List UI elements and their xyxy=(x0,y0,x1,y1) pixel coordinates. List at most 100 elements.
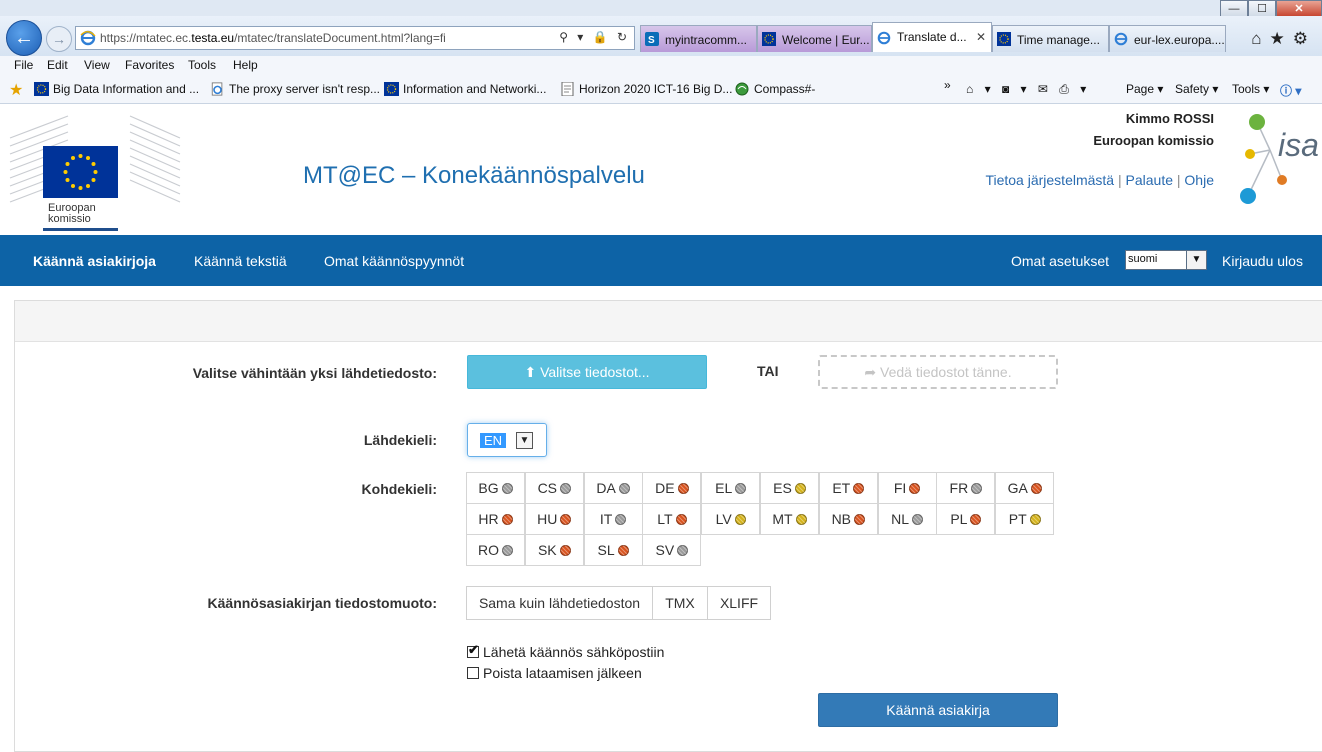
command-page[interactable]: Page ▾ xyxy=(1126,82,1163,96)
favorite-link[interactable]: Information and Networki... xyxy=(384,82,546,96)
target-lang-da[interactable]: DA xyxy=(583,472,643,504)
address-bar[interactable]: https://mtatec.ec.testa.eu/mtatec/transl… xyxy=(75,26,635,50)
delete-after-option[interactable]: ✔Poista lataamisen jälkeen xyxy=(467,665,642,681)
nav-my-settings[interactable]: Omat asetukset xyxy=(1011,253,1109,269)
lang-quality-badge-icon xyxy=(677,545,689,556)
lang-quality-badge-icon xyxy=(677,483,689,494)
eu-flag-icon xyxy=(384,82,399,96)
source-language-select[interactable]: EN ▼ xyxy=(467,423,547,457)
back-button[interactable]: ← xyxy=(6,20,42,56)
target-lang-fr[interactable]: FR xyxy=(936,472,996,504)
lang-quality-badge-icon xyxy=(853,483,865,494)
tab-close-icon[interactable]: ✕ xyxy=(976,30,986,44)
tab-myintracomm[interactable]: S myintracomm... xyxy=(640,25,757,52)
target-lang-lv[interactable]: LV xyxy=(701,503,761,535)
lang-quality-badge-icon xyxy=(1029,514,1041,525)
target-lang-cs[interactable]: CS xyxy=(524,472,584,504)
lang-quality-badge-icon xyxy=(502,545,513,556)
target-lang-it[interactable]: IT xyxy=(583,503,643,535)
lang-quality-badge-icon xyxy=(735,483,747,494)
target-lang-pt[interactable]: PT xyxy=(995,503,1055,535)
format-same-as-source[interactable]: Sama kuin lähdetiedoston xyxy=(466,586,653,620)
more-favorites-chevron-icon[interactable]: » xyxy=(944,78,951,92)
menu-file[interactable]: File xyxy=(14,58,33,72)
target-lang-ro[interactable]: RO xyxy=(466,534,525,566)
ec-logo-text-2: komissio xyxy=(48,213,91,225)
target-lang-el[interactable]: EL xyxy=(701,472,761,504)
target-lang-hu[interactable]: HU xyxy=(524,503,584,535)
panel-heading xyxy=(15,301,1322,342)
command-safety[interactable]: Safety ▾ xyxy=(1175,82,1218,96)
target-lang-lt[interactable]: LT xyxy=(642,503,702,535)
browser-tools-icons[interactable]: ⌂★⚙ xyxy=(1251,29,1316,49)
target-lang-nl[interactable]: NL xyxy=(877,503,937,535)
target-lang-de[interactable]: DE xyxy=(642,472,702,504)
tab-eur-lex[interactable]: eur-lex.europa.... xyxy=(1109,25,1226,52)
source-file-label: Valitse vähintään yksi lähdetiedosto: xyxy=(192,365,437,381)
menu-tools[interactable]: Tools xyxy=(188,58,216,72)
command-tools[interactable]: Tools ▾ xyxy=(1232,82,1269,96)
tab-welcome[interactable]: Welcome | Eur... xyxy=(757,25,872,52)
lang-quality-badge-icon xyxy=(615,514,627,525)
target-lang-nb[interactable]: NB xyxy=(818,503,878,535)
nav-translate-text[interactable]: Käännä tekstiä xyxy=(194,253,287,269)
checkmark-icon: ✔ xyxy=(468,642,479,657)
sharepoint-icon: S xyxy=(645,32,659,46)
target-lang-mt[interactable]: MT xyxy=(760,503,819,535)
tab-time-management[interactable]: Time manage... xyxy=(992,25,1109,52)
menu-help[interactable]: Help xyxy=(233,58,258,72)
send-email-option[interactable]: ✔ Lähetä käännös sähköpostiin xyxy=(467,642,664,660)
isa-logo-text: isa xyxy=(1278,127,1319,163)
european-commission-logo: Euroopan komissio xyxy=(9,115,181,231)
tab-translate-document[interactable]: Translate d... ✕ xyxy=(872,22,992,52)
favorite-link[interactable]: Horizon 2020 ICT-16 Big D... xyxy=(560,82,732,96)
menu-favorites[interactable]: Favorites xyxy=(125,58,174,72)
forward-button[interactable]: → xyxy=(46,26,72,52)
favorite-link[interactable]: Big Data Information and ... xyxy=(34,82,199,96)
nav-translate-documents[interactable]: Käännä asiakirjoja xyxy=(33,253,156,269)
delete-after-checkbox[interactable]: ✔ xyxy=(467,667,479,679)
output-format-label: Käännösasiakirjan tiedostomuoto: xyxy=(207,595,437,611)
arrow-left-icon: ← xyxy=(14,26,34,49)
target-lang-fi[interactable]: FI xyxy=(877,472,937,504)
interface-language-select[interactable]: suomi ▼ xyxy=(1125,250,1207,270)
format-tmx[interactable]: TMX xyxy=(652,586,708,620)
favorite-link[interactable]: The proxy server isn't resp... xyxy=(210,82,380,96)
source-language-label: Lähdekieli: xyxy=(363,432,437,448)
file-drop-zone[interactable]: ➦ Vedä tiedostot tänne. xyxy=(818,355,1058,389)
target-lang-et[interactable]: ET xyxy=(818,472,878,504)
target-lang-es[interactable]: ES xyxy=(760,472,819,504)
target-lang-ga[interactable]: GA xyxy=(995,472,1055,504)
address-bar-icons[interactable]: ⚲ ▾ 🔒 ↻ xyxy=(559,30,630,44)
nav-my-requests[interactable]: Omat käännöspyynnöt xyxy=(324,253,464,269)
translate-document-button[interactable]: Käännä asiakirja xyxy=(818,693,1058,727)
help-icon[interactable]: ⓘ ▾ xyxy=(1280,82,1301,99)
address-row: ← → https://mtatec.ec.testa.eu/mtatec/tr… xyxy=(0,16,1322,56)
target-lang-sv[interactable]: SV xyxy=(642,534,702,566)
target-lang-bg[interactable]: BG xyxy=(466,472,525,504)
target-lang-pl[interactable]: PL xyxy=(936,503,996,535)
main-navigation: Käännä asiakirjoja Käännä tekstiä Omat k… xyxy=(0,235,1322,286)
favorite-link[interactable]: Compass#- xyxy=(735,82,815,96)
ie-icon xyxy=(80,30,96,46)
feedback-link[interactable]: Palaute xyxy=(1126,172,1173,188)
target-lang-sk[interactable]: SK xyxy=(524,534,584,566)
menu-view[interactable]: View xyxy=(84,58,110,72)
favorites-star-icon[interactable]: ★ xyxy=(9,80,23,100)
logout-link[interactable]: Kirjaudu ulos xyxy=(1222,253,1303,269)
help-link[interactable]: Ohje xyxy=(1184,172,1214,188)
lang-quality-badge-icon xyxy=(675,514,687,525)
header-links: Tietoa järjestelmästä | Palaute | Ohje xyxy=(985,172,1214,188)
menu-edit[interactable]: Edit xyxy=(47,58,68,72)
format-xliff[interactable]: XLIFF xyxy=(707,586,771,620)
choose-files-button[interactable]: ⬆ Valitse tiedostot... xyxy=(467,355,707,389)
translation-form-panel: Valitse vähintään yksi lähdetiedosto: ⬆ … xyxy=(14,300,1322,752)
target-lang-sl[interactable]: SL xyxy=(583,534,643,566)
target-lang-hr[interactable]: HR xyxy=(466,503,525,535)
lang-quality-badge-icon xyxy=(854,514,866,525)
lang-quality-badge-icon xyxy=(909,483,921,494)
send-email-checkbox[interactable]: ✔ xyxy=(467,642,479,658)
lang-quality-badge-icon xyxy=(559,545,571,556)
about-link[interactable]: Tietoa järjestelmästä xyxy=(985,172,1114,188)
command-bar-icons[interactable]: ⌂ ▾ ◙ ▾ ✉ ⎙ ▾ xyxy=(966,82,1090,97)
